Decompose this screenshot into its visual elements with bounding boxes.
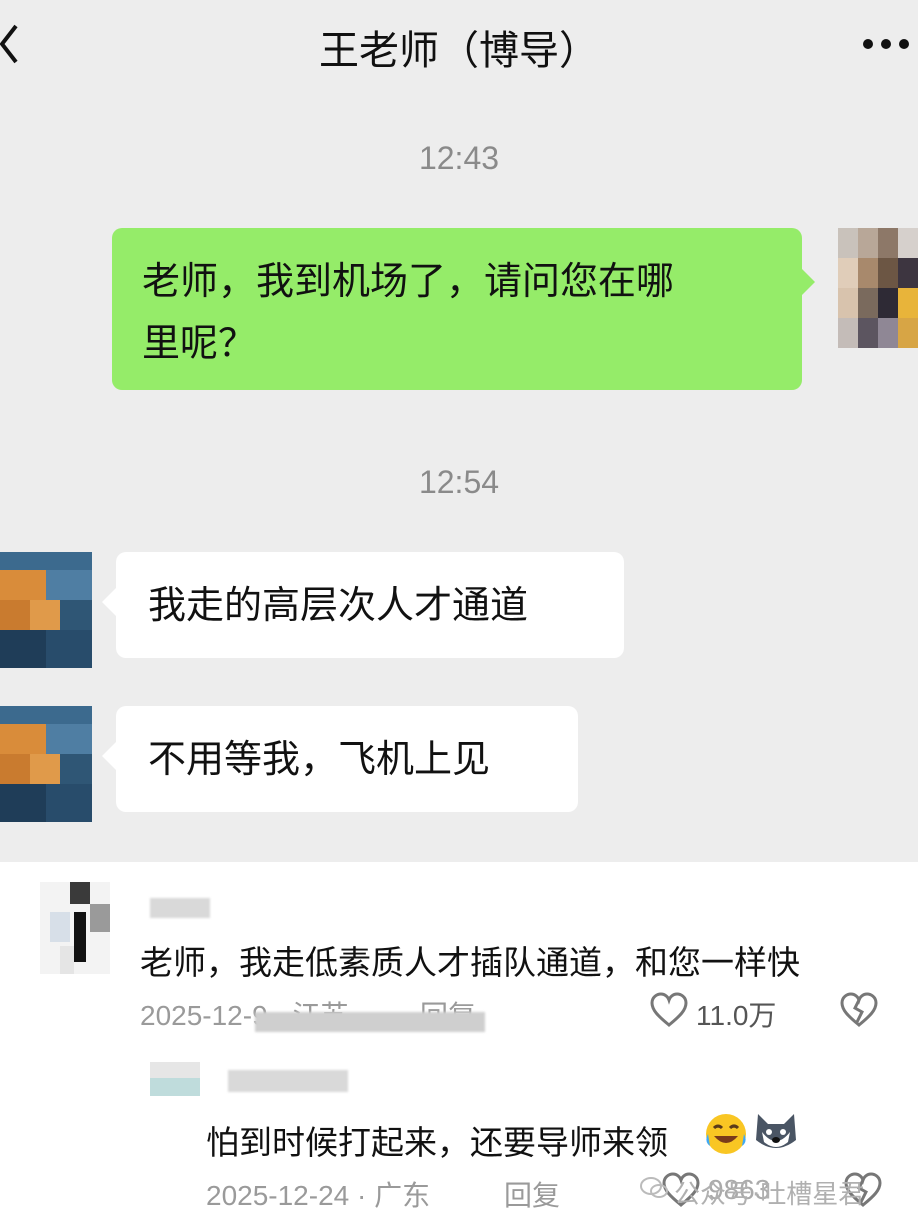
reply-avatar[interactable]	[150, 1062, 200, 1096]
received-message-bubble[interactable]: 不用等我，飞机上见	[116, 706, 578, 812]
received-message-bubble[interactable]: 我走的高层次人才通道	[116, 552, 624, 658]
timestamp: 12:43	[418, 140, 500, 176]
chat-header: 王老师（博导）	[0, 0, 918, 92]
comment-section: 老师，我走低素质人才插队通道，和您一样快 2025-12-9 · 江苏 回复 1…	[0, 862, 918, 1224]
doge-emoji-icon	[756, 1114, 796, 1148]
my-avatar[interactable]	[838, 228, 918, 348]
blurred-overlay	[255, 1012, 485, 1032]
watermark: 公众号·吐槽星君	[674, 1180, 865, 1210]
wechat-logo-icon	[640, 1177, 668, 1198]
bubble-tail	[801, 268, 815, 296]
laughing-crying-emoji-icon	[706, 1114, 746, 1154]
teacher-avatar[interactable]	[0, 552, 92, 668]
sent-message-bubble[interactable]: 老师，我到机场了，请问您在哪 里呢？	[112, 228, 802, 390]
teacher-avatar[interactable]	[0, 706, 92, 822]
timestamp: 12:54	[418, 464, 500, 500]
message-text-line: 老师，我到机场了，请问您在哪	[142, 259, 675, 303]
message-text: 不用等我，飞机上见	[148, 737, 491, 781]
comment-text: 老师，我走低素质人才插队通道，和您一样快	[140, 943, 800, 982]
blurred-username	[228, 1070, 348, 1092]
commenter-avatar[interactable]	[40, 882, 110, 974]
like-count: 11.0万	[696, 1000, 777, 1031]
comment-text: 怕到时候打起来，还要导师来领	[206, 1123, 668, 1162]
like-heart-icon[interactable]	[650, 992, 688, 1028]
chat-screen: 王老师（博导） 12:43 老师，我到机场了，请问您在哪 里呢？ 12:54 我…	[0, 0, 918, 862]
reply-button[interactable]: 回复	[504, 1174, 560, 1214]
more-options-icon[interactable]	[862, 38, 910, 50]
message-text: 我走的高层次人才通道	[148, 583, 529, 627]
bubble-tail	[102, 742, 116, 770]
message-text-line: 里呢？	[142, 321, 257, 365]
comment-meta: 2025-12-24 · 广东	[206, 1180, 431, 1211]
dislike-broken-heart-icon[interactable]	[840, 992, 878, 1028]
chat-title: 王老师（博导）	[319, 28, 599, 74]
bubble-tail	[102, 588, 116, 616]
blurred-username	[150, 898, 210, 918]
